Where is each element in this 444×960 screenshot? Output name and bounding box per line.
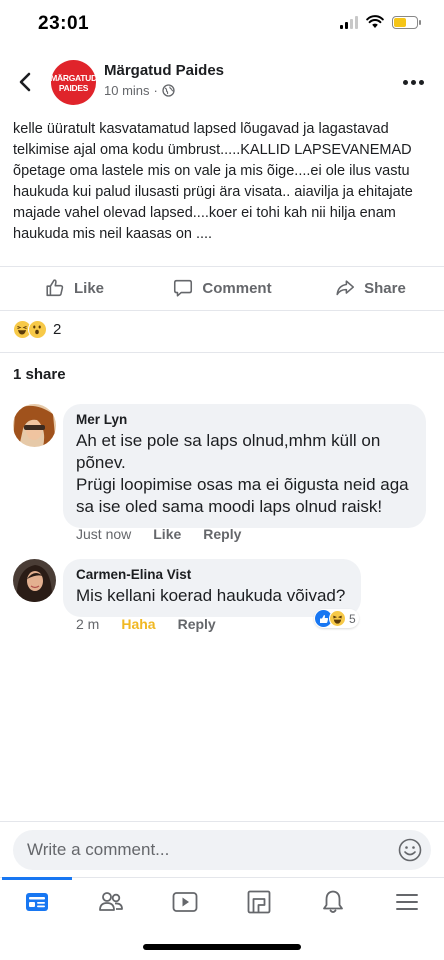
- reaction-count: 2: [53, 321, 62, 338]
- news-feed-icon: [26, 892, 48, 911]
- tab-notifications[interactable]: [296, 878, 370, 925]
- comment-label: Comment: [202, 279, 272, 297]
- share-count[interactable]: 1 share: [13, 366, 66, 383]
- wifi-icon: [366, 15, 384, 28]
- groups-icon: [99, 891, 123, 911]
- tab-marketplace[interactable]: [222, 878, 296, 925]
- tab-menu[interactable]: [370, 878, 444, 925]
- comment-meta: Just now Like Reply: [76, 526, 241, 542]
- post-actions: Like Comment Share: [0, 268, 444, 308]
- battery-icon: [392, 15, 421, 29]
- share-icon: [336, 280, 355, 296]
- more-options-icon[interactable]: [400, 70, 426, 94]
- comment-haha-button[interactable]: Haha: [121, 616, 155, 632]
- comment-time: Just now: [76, 526, 132, 542]
- signal-icon: [340, 15, 358, 29]
- hamburger-menu-icon: [396, 893, 418, 910]
- meta-separator: ·: [153, 83, 158, 98]
- status-time: 23:01: [38, 13, 90, 34]
- comment-reply-button[interactable]: Reply: [203, 526, 241, 542]
- post-header: MÄRGATUD PAIDES Märgatud Paides 10 mins …: [0, 58, 444, 108]
- like-label: Like: [73, 279, 104, 297]
- post-text: kelle üüratult kasvatamatud lapsed lõuga…: [13, 121, 413, 242]
- comment-reactions[interactable]: 5: [314, 609, 359, 628]
- like-button[interactable]: Like: [0, 268, 148, 308]
- watch-video-icon: [172, 891, 198, 912]
- tab-news-feed[interactable]: [0, 877, 74, 925]
- bell-icon: [323, 890, 343, 913]
- comment-text: Mis kellani koerad haukuda võivad?: [76, 586, 346, 605]
- comment-time: 2 m: [76, 616, 100, 632]
- avatar-text-1: MÄRGATUD: [51, 72, 96, 83]
- divider: [0, 352, 444, 353]
- share-label: Share: [364, 279, 406, 297]
- post-timestamp[interactable]: 10 mins: [104, 83, 150, 98]
- globe-icon: [162, 84, 175, 97]
- comment-input[interactable]: [13, 830, 431, 870]
- divider: [0, 266, 444, 267]
- thumbs-up-icon: [46, 279, 64, 297]
- haha-reaction-icon: [329, 610, 346, 627]
- tab-groups[interactable]: [74, 878, 148, 925]
- share-button[interactable]: Share: [296, 268, 444, 308]
- reaction-summary[interactable]: 2: [13, 320, 61, 339]
- comment-bubble: Mer Lyn Ah et ise pole sa laps olnud,mhm…: [63, 404, 426, 528]
- bottom-tab-bar: [0, 877, 444, 925]
- avatar-text-2: PAIDES: [58, 82, 89, 93]
- page-name[interactable]: Märgatud Paides: [104, 62, 224, 79]
- page-avatar[interactable]: MÄRGATUD PAIDES: [51, 60, 96, 105]
- comment-author[interactable]: Carmen-Elina Vist: [76, 567, 349, 582]
- back-icon[interactable]: [14, 70, 38, 94]
- commenter-avatar[interactable]: [13, 404, 56, 447]
- comment-bubble: Carmen-Elina Vist Mis kellani koerad hau…: [63, 559, 361, 617]
- comment-author[interactable]: Mer Lyn: [76, 412, 414, 427]
- emoji-picker-icon[interactable]: [398, 838, 422, 862]
- home-indicator[interactable]: [143, 944, 301, 950]
- marketplace-icon: [247, 890, 271, 913]
- comment-composer-bar: [0, 821, 444, 877]
- divider: [0, 310, 444, 311]
- commenter-avatar[interactable]: [13, 559, 56, 602]
- post-meta: 10 mins ·: [104, 83, 175, 98]
- comment-reaction-count: 5: [349, 611, 356, 626]
- comment-icon: [174, 279, 193, 297]
- comment-like-button[interactable]: Like: [153, 526, 181, 542]
- tab-watch[interactable]: [148, 878, 222, 925]
- comment-meta: 2 m Haha Reply: [76, 616, 216, 632]
- comment-button[interactable]: Comment: [148, 268, 296, 308]
- status-icons: [340, 15, 421, 29]
- comment-reply-button[interactable]: Reply: [178, 616, 216, 632]
- status-bar: 23:01: [0, 0, 444, 48]
- wow-emoji-icon: [28, 320, 47, 339]
- comment-text: Ah et ise pole sa laps olnud,mhm küll on…: [76, 431, 409, 516]
